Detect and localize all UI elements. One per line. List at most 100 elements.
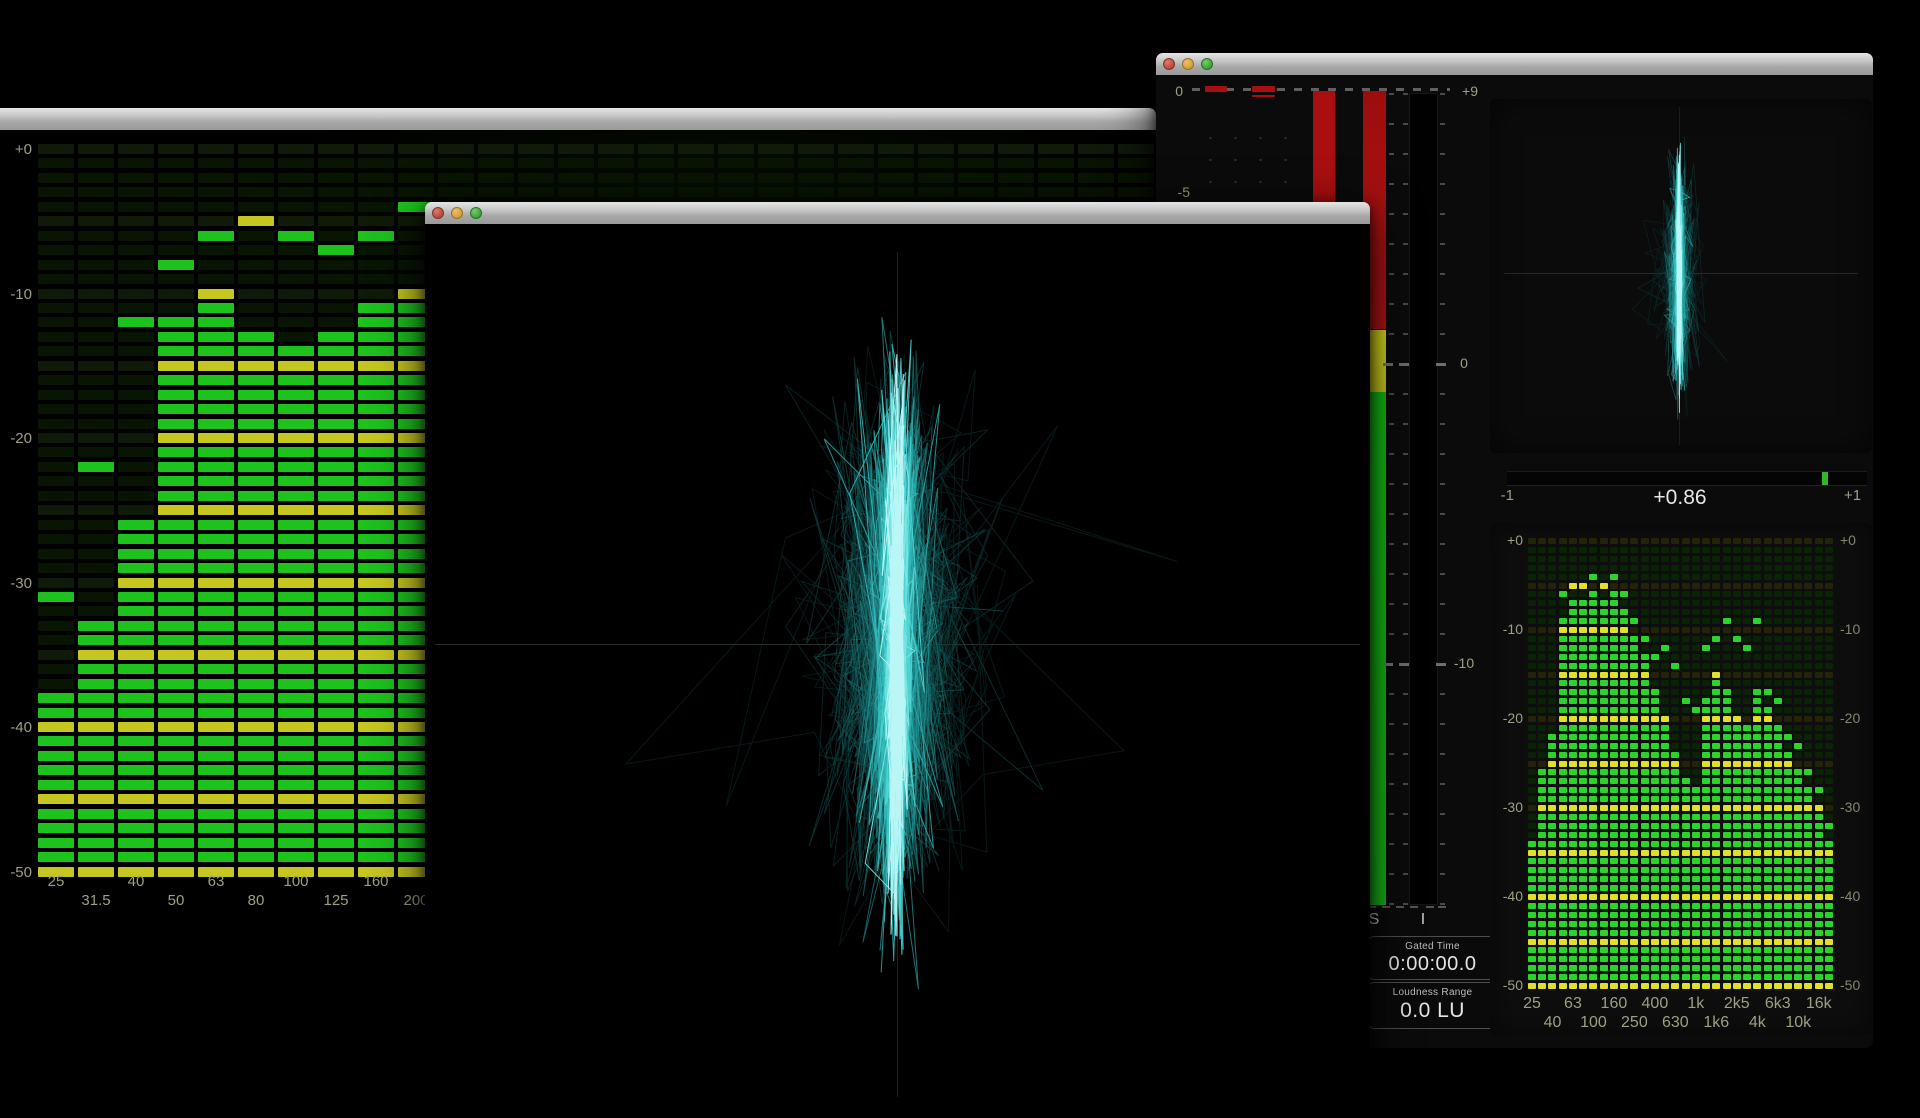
led [1579, 885, 1587, 891]
led [1671, 752, 1679, 758]
led [158, 231, 194, 241]
led [1774, 725, 1782, 731]
led [1538, 778, 1546, 784]
led [118, 462, 154, 472]
led [318, 375, 354, 385]
led [1538, 947, 1546, 953]
led [1589, 627, 1597, 633]
led [1815, 965, 1823, 971]
minimize-icon[interactable] [451, 207, 463, 219]
led [1815, 761, 1823, 767]
led [1743, 885, 1751, 891]
led [1548, 867, 1556, 873]
led [1538, 609, 1546, 615]
led [318, 664, 354, 674]
led [1569, 850, 1577, 856]
led [118, 549, 154, 559]
led [238, 650, 274, 660]
led [38, 736, 74, 746]
led [1589, 654, 1597, 660]
right-window-titlebar[interactable] [1156, 53, 1873, 76]
led [1118, 173, 1154, 183]
led [198, 549, 234, 559]
led [1630, 956, 1638, 962]
led [238, 838, 274, 848]
led [1630, 725, 1638, 731]
led [1538, 965, 1546, 971]
led [1682, 716, 1690, 722]
led [1753, 956, 1761, 962]
led [1764, 850, 1772, 856]
led [238, 722, 274, 732]
zoom-icon[interactable] [1201, 58, 1213, 70]
led [1671, 734, 1679, 740]
close-icon[interactable] [1163, 58, 1175, 70]
led [1712, 627, 1720, 633]
led [358, 260, 394, 270]
led [1661, 787, 1669, 793]
led [158, 303, 194, 313]
led [318, 809, 354, 819]
minimize-icon[interactable] [1182, 58, 1194, 70]
led [1620, 885, 1628, 891]
led [1815, 654, 1823, 660]
led [1753, 921, 1761, 927]
led [198, 404, 234, 414]
led [1528, 850, 1536, 856]
led [1559, 867, 1567, 873]
led [1671, 841, 1679, 847]
led [1589, 796, 1597, 802]
led [1569, 858, 1577, 864]
zoom-icon[interactable] [470, 207, 482, 219]
led [1630, 743, 1638, 749]
close-icon[interactable] [432, 207, 444, 219]
led [158, 462, 194, 472]
led [198, 447, 234, 457]
led [1743, 796, 1751, 802]
led [278, 202, 314, 212]
led [1559, 956, 1567, 962]
led [1641, 618, 1649, 624]
led [1753, 778, 1761, 784]
led [1712, 965, 1720, 971]
led [1743, 556, 1751, 562]
led [1589, 832, 1597, 838]
led [1630, 698, 1638, 704]
led [1774, 698, 1782, 704]
db-label: -40 [1502, 888, 1523, 904]
led [1723, 600, 1731, 606]
led [38, 158, 74, 168]
lu-tick [1389, 693, 1394, 695]
led [78, 375, 114, 385]
led [1682, 654, 1690, 660]
led [1702, 814, 1710, 820]
led [118, 202, 154, 212]
gated-time-value: 0:00:00.0 [1388, 953, 1477, 975]
led [1804, 903, 1812, 909]
left-window-titlebar[interactable] [0, 108, 1156, 131]
led [1569, 974, 1577, 980]
led [78, 245, 114, 255]
led [1733, 832, 1741, 838]
led [1804, 663, 1812, 669]
center-window-titlebar[interactable] [425, 202, 1370, 225]
led [1538, 814, 1546, 820]
led [238, 606, 274, 616]
led [1528, 858, 1536, 864]
led [1774, 600, 1782, 606]
led [38, 765, 74, 775]
led [1600, 725, 1608, 731]
lu-tick [1389, 603, 1394, 605]
led [1651, 618, 1659, 624]
led [358, 202, 394, 212]
lu-tick [1403, 873, 1408, 875]
led [1620, 787, 1628, 793]
led [1610, 965, 1618, 971]
led [1774, 556, 1782, 562]
led [1600, 841, 1608, 847]
led [1723, 663, 1731, 669]
led [1743, 867, 1751, 873]
led [1548, 645, 1556, 651]
led [1682, 796, 1690, 802]
led [1610, 600, 1618, 606]
